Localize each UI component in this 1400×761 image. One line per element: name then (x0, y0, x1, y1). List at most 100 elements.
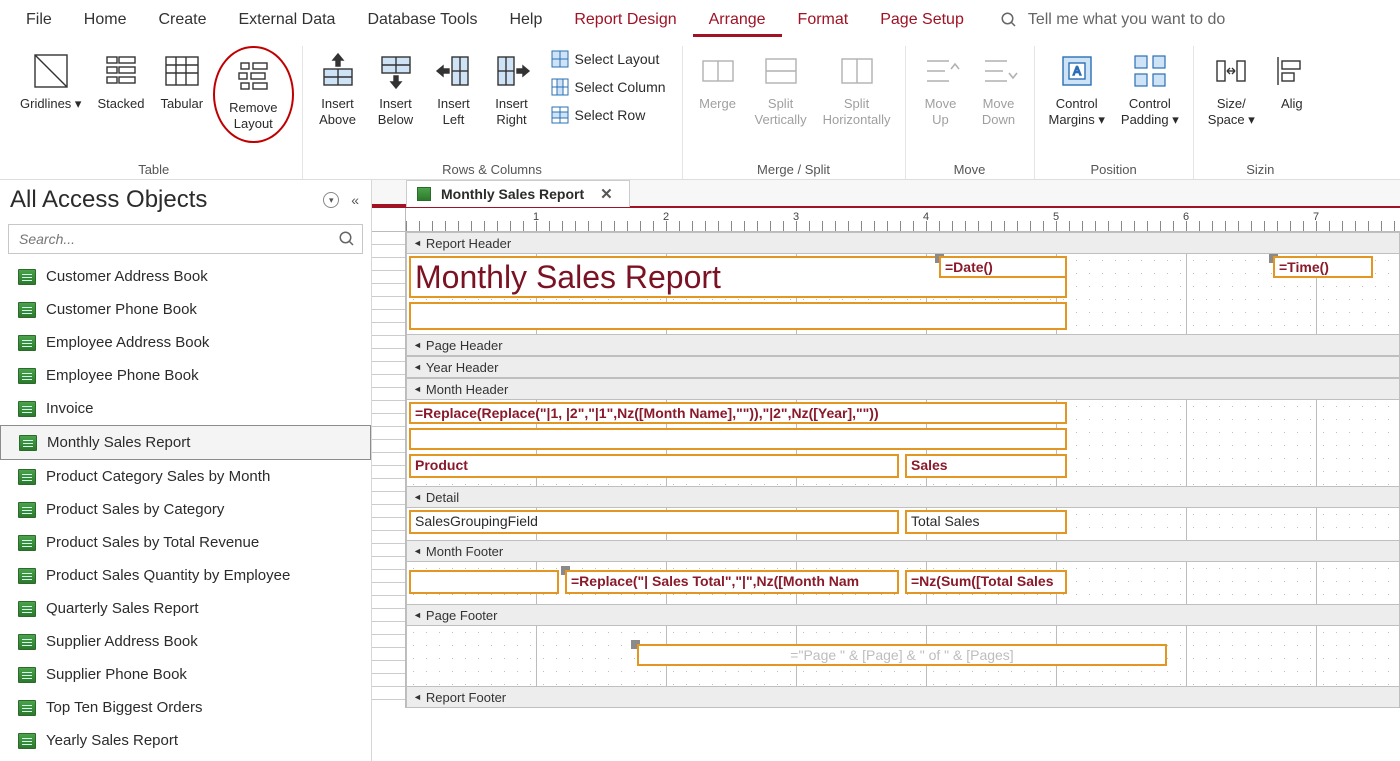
menu-external-data[interactable]: External Data (223, 3, 352, 37)
navpane-list: Customer Address BookCustomer Phone Book… (0, 260, 371, 761)
move-down-button: Move Down (972, 46, 1026, 131)
date-control[interactable]: =Date() (939, 256, 1067, 278)
size-space-button[interactable]: Size/ Space ▾ (1202, 46, 1261, 131)
empty-control-3[interactable] (409, 570, 559, 594)
nav-item[interactable]: Product Category Sales by Month (0, 460, 371, 493)
select-layout-button[interactable]: Select Layout (543, 46, 674, 72)
time-control[interactable]: =Time() (1273, 256, 1373, 278)
section-report-header-bar[interactable]: ◄Report Header (406, 232, 1400, 254)
section-month-footer-band[interactable]: =Replace("| Sales Total","|",Nz([Month N… (406, 562, 1400, 604)
tell-me-search[interactable]: Tell me what you want to do (1000, 11, 1225, 29)
empty-control-1[interactable] (409, 302, 1067, 330)
nav-item[interactable]: Supplier Phone Book (0, 658, 371, 691)
control-padding-button[interactable]: Control Padding ▾ (1115, 46, 1185, 131)
section-detail-bar[interactable]: ◄Detail (406, 486, 1400, 508)
design-surface[interactable]: 1234567 ◄Report Header Monthly Sales Rep… (372, 208, 1400, 761)
insert-above-label: Insert Above (319, 96, 356, 127)
report-icon (18, 502, 36, 518)
footer-expr1-control[interactable]: =Replace("| Sales Total","|",Nz([Month N… (565, 570, 899, 594)
nav-item[interactable]: Quarterly Sales Report (0, 592, 371, 625)
section-month-footer-bar[interactable]: ◄Month Footer (406, 540, 1400, 562)
menu-create[interactable]: Create (142, 3, 222, 37)
nav-item[interactable]: Customer Address Book (0, 260, 371, 293)
insert-left-button[interactable]: Insert Left (427, 46, 481, 131)
insert-right-button[interactable]: Insert Right (485, 46, 539, 131)
close-tab-button[interactable]: ✕ (594, 185, 619, 203)
control-margins-button[interactable]: A Control Margins ▾ (1043, 46, 1111, 131)
ribbon-group-move: Move Up Move Down Move (906, 46, 1035, 179)
menu-database-tools[interactable]: Database Tools (351, 3, 493, 37)
navpane-search-input[interactable] (15, 227, 338, 251)
section-year-header-bar[interactable]: ◄Year Header (406, 356, 1400, 378)
select-row-button[interactable]: Select Row (543, 102, 674, 128)
footer-expr2-control[interactable]: =Nz(Sum([Total Sales (905, 570, 1067, 594)
empty-control-2[interactable] (409, 428, 1067, 450)
section-page-footer-bar[interactable]: ◄Page Footer (406, 604, 1400, 626)
nav-item-label: Employee Address Book (46, 334, 209, 351)
sales-header-control[interactable]: Sales (905, 454, 1067, 478)
remove-layout-button[interactable]: Remove Layout (223, 50, 283, 135)
insert-above-button[interactable]: Insert Above (311, 46, 365, 131)
total-sales-control[interactable]: Total Sales (905, 510, 1067, 534)
align-icon (1271, 50, 1313, 92)
chevron-down-icon: ▾ (1172, 112, 1179, 127)
navpane-collapse-icon[interactable]: « (351, 192, 359, 208)
grid-icon (551, 78, 569, 96)
nav-item-label: Product Sales Quantity by Employee (46, 567, 290, 584)
navpane-title: All Access Objects (10, 186, 207, 214)
nav-item[interactable]: Yearly Sales Report (0, 724, 371, 757)
navpane-dropdown-icon[interactable]: ▾ (323, 192, 339, 208)
nav-item[interactable]: Supplier Address Book (0, 625, 371, 658)
page-expr-control[interactable]: ="Page " & [Page] & " of " & [Pages] (637, 644, 1167, 666)
nav-item[interactable]: Product Sales Quantity by Employee (0, 559, 371, 592)
nav-item[interactable]: Employee Phone Book (0, 359, 371, 392)
nav-item[interactable]: Product Sales by Category (0, 493, 371, 526)
stacked-icon (100, 50, 142, 92)
menu-arrange[interactable]: Arrange (693, 3, 782, 37)
navpane-search[interactable] (8, 224, 363, 254)
size-space-icon (1210, 50, 1252, 92)
insert-left-icon (433, 50, 475, 92)
ribbon-group-merge-split: Merge Split Vertically Split Horizontall… (683, 46, 906, 179)
section-report-footer-bar[interactable]: ◄Report Footer (406, 686, 1400, 708)
tabular-button[interactable]: Tabular (154, 46, 209, 116)
month-expr-control[interactable]: =Replace(Replace("|1, |2","|1",Nz([Month… (409, 402, 1067, 424)
report-icon (18, 700, 36, 716)
section-page-header-bar[interactable]: ◄Page Header (406, 334, 1400, 356)
menu-help[interactable]: Help (493, 3, 558, 37)
section-month-header-bar[interactable]: ◄Month Header (406, 378, 1400, 400)
move-up-button: Move Up (914, 46, 968, 131)
menu-home[interactable]: Home (68, 3, 143, 37)
menu-page-setup[interactable]: Page Setup (864, 3, 980, 37)
insert-right-icon (491, 50, 533, 92)
section-month-header-band[interactable]: =Replace(Replace("|1, |2","|1",Nz([Month… (406, 400, 1400, 486)
menu-file[interactable]: File (10, 3, 68, 37)
select-row-label: Select Row (575, 107, 646, 123)
grouping-field-control[interactable]: SalesGroupingField (409, 510, 899, 534)
menu-format[interactable]: Format (782, 3, 865, 37)
insert-below-button[interactable]: Insert Below (369, 46, 423, 131)
stacked-button[interactable]: Stacked (91, 46, 150, 116)
report-icon (18, 634, 36, 650)
section-detail-band[interactable]: SalesGroupingField Total Sales (406, 508, 1400, 540)
control-padding-icon (1129, 50, 1171, 92)
split-vertically-label: Split Vertically (755, 96, 807, 127)
nav-item[interactable]: Invoice (0, 392, 371, 425)
nav-item[interactable]: Product Sales by Total Revenue (0, 526, 371, 559)
document-tab[interactable]: Monthly Sales Report ✕ (406, 180, 630, 207)
product-header-control[interactable]: Product (409, 454, 899, 478)
section-page-footer-band[interactable]: ="Page " & [Page] & " of " & [Pages] (406, 626, 1400, 686)
gridlines-button[interactable]: Gridlines ▾ (14, 46, 87, 116)
section-report-header-band[interactable]: Monthly Sales Report =Date() =Time() (406, 254, 1400, 334)
nav-item[interactable]: Employee Address Book (0, 326, 371, 359)
report-icon (18, 335, 36, 351)
nav-item[interactable]: Top Ten Biggest Orders (0, 691, 371, 724)
nav-item[interactable]: Monthly Sales Report (0, 425, 371, 460)
merge-icon (697, 50, 739, 92)
align-button[interactable]: Alig (1265, 46, 1319, 116)
split-vertically-icon (760, 50, 802, 92)
select-column-button[interactable]: Select Column (543, 74, 674, 100)
menu-report-design[interactable]: Report Design (558, 3, 692, 37)
nav-item[interactable]: Customer Phone Book (0, 293, 371, 326)
nav-item-label: Supplier Phone Book (46, 666, 187, 683)
